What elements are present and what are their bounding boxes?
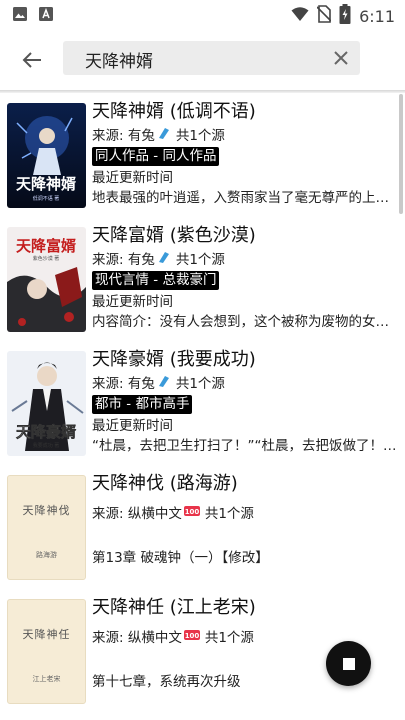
category-tag: 现代言情 - 总裁豪门 bbox=[92, 271, 220, 290]
source-count: 共1个源 bbox=[204, 505, 254, 522]
image-icon bbox=[12, 6, 28, 26]
clock-text: 6:11 bbox=[359, 6, 395, 26]
book-cover: 天降豪婿 我要成功 著 bbox=[7, 351, 86, 456]
book-intro: “杜晨，去把卫生打扫了！”“杜晨，去把饭做了！”“…… bbox=[92, 438, 398, 454]
svg-text:我要成功 著: 我要成功 著 bbox=[33, 442, 60, 449]
font-icon bbox=[38, 6, 54, 26]
cover-title: 天降神伐 bbox=[22, 504, 71, 517]
source-logo-icon: 100 bbox=[183, 628, 200, 648]
last-update: 最近更新时间 bbox=[92, 169, 173, 186]
book-list-item[interactable]: 天降富婿 紫色沙漠 著 天降富婿 (紫色沙漠) 来源: 有兔 共1个源 现代言情… bbox=[0, 220, 405, 344]
book-title: 天降神伐 (路海游) bbox=[92, 473, 238, 494]
book-intro: 地表最强的叶逍遥，入赘雨家当了毫无尊严的上门女婿…… bbox=[92, 190, 398, 206]
wifi-icon bbox=[291, 6, 309, 26]
search-toolbar bbox=[0, 28, 405, 90]
cover-title: 天降神任 bbox=[22, 628, 71, 641]
source-logo-icon bbox=[157, 374, 171, 394]
book-list-item[interactable]: 天降神婿 低调不语 著 天降神婿 (低调不语) 来源: 有兔 共1个源 同人作品… bbox=[0, 96, 405, 220]
clear-search-button[interactable] bbox=[330, 47, 352, 69]
book-source-row: 来源: 有兔 共1个源 bbox=[92, 373, 398, 394]
status-bar: 6:11 bbox=[0, 0, 405, 28]
last-update: 最近更新时间 bbox=[92, 417, 173, 434]
book-source: 来源: 纵横中文 bbox=[92, 505, 182, 522]
svg-text:天降富婿: 天降富婿 bbox=[16, 237, 77, 255]
search-box bbox=[63, 41, 360, 77]
book-source: 来源: 有兔 bbox=[92, 127, 155, 144]
cover-author: 江上老宋 bbox=[32, 675, 61, 683]
source-logo-icon bbox=[157, 250, 171, 270]
svg-text:天降神婿: 天降神婿 bbox=[16, 175, 77, 193]
book-title: 天降富婿 (紫色沙漠) bbox=[92, 225, 256, 246]
source-logo-icon bbox=[157, 126, 171, 146]
source-count: 共1个源 bbox=[175, 375, 225, 392]
book-title: 天降神任 (江上老宋) bbox=[92, 597, 256, 618]
stop-search-button[interactable] bbox=[326, 641, 371, 686]
last-update: 最近更新时间 bbox=[92, 293, 173, 310]
source-logo-icon: 100 bbox=[183, 504, 200, 524]
svg-text:天降豪婿: 天降豪婿 bbox=[16, 423, 77, 441]
source-count: 共1个源 bbox=[175, 127, 225, 144]
category-tag: 都市 - 都市高手 bbox=[92, 395, 193, 414]
stop-icon bbox=[342, 657, 355, 670]
category-tag: 同人作品 - 同人作品 bbox=[92, 147, 220, 166]
clear-icon bbox=[334, 51, 348, 65]
book-source-row: 来源: 有兔 共1个源 bbox=[92, 125, 398, 146]
svg-text:低调不语 著: 低调不语 著 bbox=[33, 195, 60, 202]
book-cover: 天降神伐 路海游 bbox=[7, 475, 86, 580]
book-source: 来源: 有兔 bbox=[92, 251, 155, 268]
no-sim-icon bbox=[316, 5, 332, 27]
book-list-item[interactable]: 天降豪婿 我要成功 著 天降豪婿 (我要成功) 来源: 有兔 共1个源 都市 -… bbox=[0, 344, 405, 468]
book-cover: 天降神任 江上老宋 bbox=[7, 599, 86, 704]
svg-text:100: 100 bbox=[185, 508, 200, 516]
latest-chapter: 第13章 破魂钟（一）【修改】 bbox=[92, 549, 269, 566]
source-count: 共1个源 bbox=[204, 629, 254, 646]
book-source-row: 来源: 纵横中文 100 共1个源 bbox=[92, 503, 398, 524]
toolbar-divider bbox=[0, 90, 405, 93]
book-source-row: 来源: 有兔 共1个源 bbox=[92, 249, 398, 270]
back-arrow-icon bbox=[22, 52, 41, 68]
battery-charging-icon bbox=[339, 4, 351, 28]
book-list-item[interactable]: 天降神伐 路海游 天降神伐 (路海游) 来源: 纵横中文 100 共1个源 第1… bbox=[0, 468, 405, 592]
source-count: 共1个源 bbox=[175, 251, 225, 268]
book-source: 来源: 纵横中文 bbox=[92, 629, 182, 646]
book-intro: 内容简介：没有人会想到，这个被称为废物的女婿…… bbox=[92, 314, 398, 330]
book-title: 天降豪婿 (我要成功) bbox=[92, 349, 256, 370]
book-cover: 天降富婿 紫色沙漠 著 bbox=[7, 227, 86, 332]
book-cover: 天降神婿 低调不语 著 bbox=[7, 103, 86, 208]
search-result-list: 天降神婿 低调不语 著 天降神婿 (低调不语) 来源: 有兔 共1个源 同人作品… bbox=[0, 96, 405, 716]
back-button[interactable] bbox=[14, 42, 50, 78]
book-source: 来源: 有兔 bbox=[92, 375, 155, 392]
svg-text:紫色沙漠 著: 紫色沙漠 著 bbox=[33, 255, 60, 262]
search-input[interactable] bbox=[83, 41, 317, 77]
svg-text:100: 100 bbox=[185, 632, 200, 640]
cover-author: 路海游 bbox=[36, 551, 57, 559]
book-title: 天降神婿 (低调不语) bbox=[92, 101, 256, 122]
